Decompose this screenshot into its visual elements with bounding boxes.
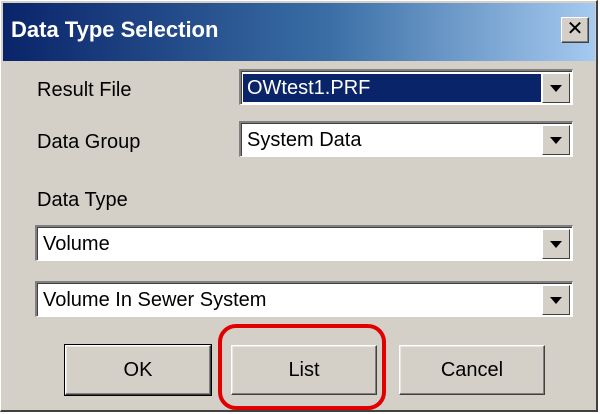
- data-subtype-select[interactable]: Volume In Sewer System: [35, 281, 573, 317]
- chevron-down-icon[interactable]: [542, 229, 570, 259]
- close-button[interactable]: ✕: [561, 17, 589, 43]
- result-file-select[interactable]: OWtest1.PRF: [239, 69, 573, 105]
- data-type-label: Data Type: [37, 189, 128, 211]
- cancel-button[interactable]: Cancel: [399, 345, 545, 395]
- result-file-label: Result File: [37, 79, 132, 101]
- data-subtype-value: Volume In Sewer System: [43, 289, 267, 311]
- dialog-title: Data Type Selection: [11, 17, 219, 42]
- chevron-down-icon[interactable]: [542, 73, 570, 103]
- title-bar[interactable]: Data Type Selection ✕: [3, 3, 595, 61]
- data-type-select[interactable]: Volume: [35, 225, 573, 261]
- chevron-down-icon[interactable]: [542, 125, 570, 155]
- chevron-down-icon[interactable]: [542, 285, 570, 315]
- data-group-value: System Data: [247, 129, 362, 151]
- close-icon: ✕: [566, 18, 584, 40]
- ok-button[interactable]: OK: [64, 344, 212, 396]
- data-type-value: Volume: [43, 233, 110, 255]
- list-button-highlight-annotation: [218, 324, 386, 410]
- result-file-value: OWtest1.PRF: [243, 74, 541, 102]
- data-group-select[interactable]: System Data: [239, 121, 573, 157]
- data-group-label: Data Group: [37, 131, 141, 153]
